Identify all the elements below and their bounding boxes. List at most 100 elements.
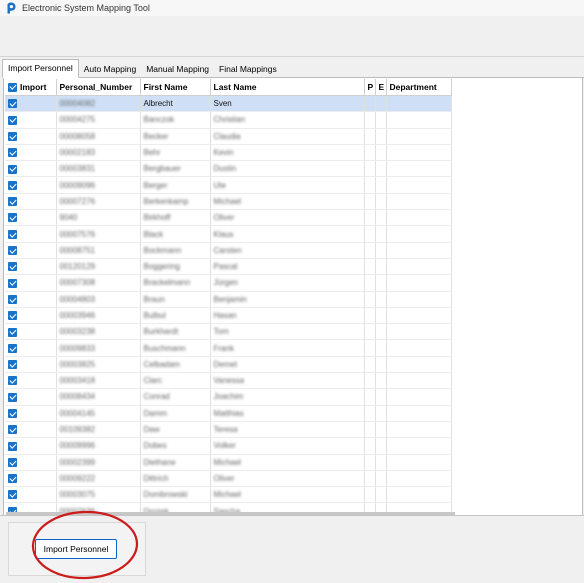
table-row[interactable]: 00008434 Conrad Joachim	[5, 388, 452, 406]
last-name-cell: Michael	[210, 454, 365, 471]
table-row[interactable]: 00002183 Behr Kevin	[5, 144, 452, 162]
import-checkbox[interactable]	[8, 376, 17, 386]
last-name-cell: Oliver	[210, 470, 365, 488]
import-checkbox[interactable]	[8, 474, 17, 484]
import-checkbox[interactable]	[8, 164, 17, 174]
personnel-grid[interactable]: Import Personal_Number First Name Last N…	[5, 79, 455, 515]
import-cell	[5, 454, 57, 471]
department-cell	[386, 242, 452, 259]
import-checkbox[interactable]	[8, 360, 17, 370]
first-name-cell: Burkhardt	[140, 323, 211, 341]
import-checkbox[interactable]	[8, 294, 17, 304]
column-header-e[interactable]: E	[375, 79, 387, 96]
import-checkbox[interactable]	[8, 490, 17, 500]
first-name-cell-text: Berkenkamp	[143, 196, 189, 206]
table-row[interactable]: 00109382 Daw Teresa	[5, 421, 452, 439]
table-row[interactable]: 00004275 Banczok Christian	[5, 111, 452, 129]
import-checkbox[interactable]	[8, 213, 17, 223]
department-cell	[386, 437, 452, 455]
personal-number-cell-text: 00008434	[59, 392, 96, 402]
personal-number-cell-text: 00009833	[59, 343, 96, 353]
tab-manual-mapping[interactable]: Manual Mapping	[141, 62, 214, 77]
last-name-cell: Volker	[210, 437, 365, 455]
import-checkbox[interactable]	[8, 246, 17, 256]
first-name-cell: Bockmann	[140, 242, 211, 259]
import-checkbox[interactable]	[8, 180, 17, 190]
department-cell	[386, 405, 452, 422]
table-row[interactable]: 00004145 Damm Matthias	[5, 405, 452, 422]
import-checkbox[interactable]	[8, 343, 17, 353]
table-row[interactable]: 00003825 Celbadam Demet	[5, 356, 452, 374]
table-row[interactable]: 00004082 Albrecht Sven	[5, 95, 452, 113]
tab-final-mappings[interactable]: Final Mappings	[214, 62, 282, 77]
tab-import-personnel[interactable]: Import Personnel	[2, 59, 79, 78]
import-checkbox[interactable]	[8, 441, 17, 451]
import-checkbox[interactable]	[8, 457, 17, 467]
last-name-cell: Carsten	[210, 242, 365, 259]
e-cell	[375, 274, 387, 292]
last-name-cell-text: Volker	[213, 441, 236, 451]
personal-number-cell: 00109382	[56, 421, 141, 439]
table-row[interactable]: 00007576 Black Klaus	[5, 225, 452, 243]
table-row[interactable]: 00009996 Dobes Volker	[5, 437, 452, 455]
table-row[interactable]: 00003946 Bulbul Hasan	[5, 307, 452, 325]
table-row[interactable]: 00007276 Berkenkamp Michael	[5, 193, 452, 211]
import-checkbox[interactable]	[8, 229, 17, 239]
personal-number-cell: 00009222	[56, 470, 141, 488]
select-all-checkbox[interactable]	[8, 82, 17, 92]
first-name-cell: Berkenkamp	[140, 193, 211, 211]
column-header-p[interactable]: P	[364, 79, 376, 96]
table-row[interactable]: 00003075 Dombrowski Michael	[5, 486, 452, 504]
import-checkbox[interactable]	[8, 327, 17, 337]
personal-number-cell-text: 9040	[59, 213, 78, 223]
p-cell	[364, 339, 376, 357]
table-row[interactable]: 00009222 Dittrich Oliver	[5, 470, 452, 488]
p-cell	[364, 454, 376, 471]
p-cell	[364, 437, 376, 455]
first-name-cell-text: Berger	[143, 180, 168, 190]
import-checkbox[interactable]	[8, 425, 17, 435]
table-row[interactable]: 00003418 Clarc Vanessa	[5, 372, 452, 390]
last-name-cell-text: Ute	[213, 180, 226, 190]
table-row[interactable]: 00120129 Boggering Pascal	[5, 258, 452, 276]
import-checkbox[interactable]	[8, 115, 17, 125]
first-name-cell-text: Celbadam	[143, 359, 180, 369]
import-checkbox[interactable]	[8, 262, 17, 272]
table-row[interactable]: 00002399 Diethane Michael	[5, 454, 452, 471]
import-checkbox[interactable]	[8, 99, 17, 109]
p-cell	[364, 421, 376, 439]
first-name-cell-text: Conrad	[143, 392, 170, 402]
personal-number-cell: 00002183	[56, 144, 141, 162]
personal-number-cell: 00003238	[56, 323, 141, 341]
table-row[interactable]: 9040 Birkhoff Oliver	[5, 209, 452, 227]
import-checkbox[interactable]	[8, 311, 17, 321]
table-row[interactable]: 00003238 Burkhardt Tom	[5, 323, 452, 341]
table-row[interactable]: 00009833 Buschmann Frank	[5, 339, 452, 357]
import-cell	[5, 128, 57, 145]
import-checkbox[interactable]	[8, 197, 17, 207]
import-checkbox[interactable]	[8, 278, 17, 288]
import-personnel-button[interactable]: Import Personnel	[35, 539, 117, 559]
table-row[interactable]: 00009096 Berger Ute	[5, 176, 452, 194]
column-header-department[interactable]: Department	[386, 79, 452, 96]
e-cell	[375, 307, 387, 325]
import-checkbox[interactable]	[8, 392, 17, 402]
import-checkbox[interactable]	[8, 148, 17, 158]
table-row[interactable]: 00003831 Bergbauer Dustin	[5, 160, 452, 178]
table-row[interactable]: 00008058 Becker Claudia	[5, 128, 452, 145]
import-checkbox[interactable]	[8, 131, 17, 141]
table-row[interactable]: 00004803 Braun Benjamin	[5, 291, 452, 308]
department-cell	[386, 356, 452, 374]
column-header-import[interactable]: Import	[5, 79, 57, 96]
last-name-cell: Sven	[210, 95, 365, 113]
tab-auto-mapping[interactable]: Auto Mapping	[79, 62, 141, 77]
column-header-personal-number[interactable]: Personal_Number	[56, 79, 141, 96]
import-cell	[5, 160, 57, 178]
first-name-cell-text: Boggering	[143, 262, 180, 272]
table-row[interactable]: 00007308 Brackelmann Jürgen	[5, 274, 452, 292]
import-checkbox[interactable]	[8, 408, 17, 418]
table-row[interactable]: 00008751 Bockmann Carsten	[5, 242, 452, 259]
column-header-last-name[interactable]: Last Name	[210, 79, 365, 96]
column-header-first-name[interactable]: First Name	[140, 79, 211, 96]
department-cell	[386, 95, 452, 113]
